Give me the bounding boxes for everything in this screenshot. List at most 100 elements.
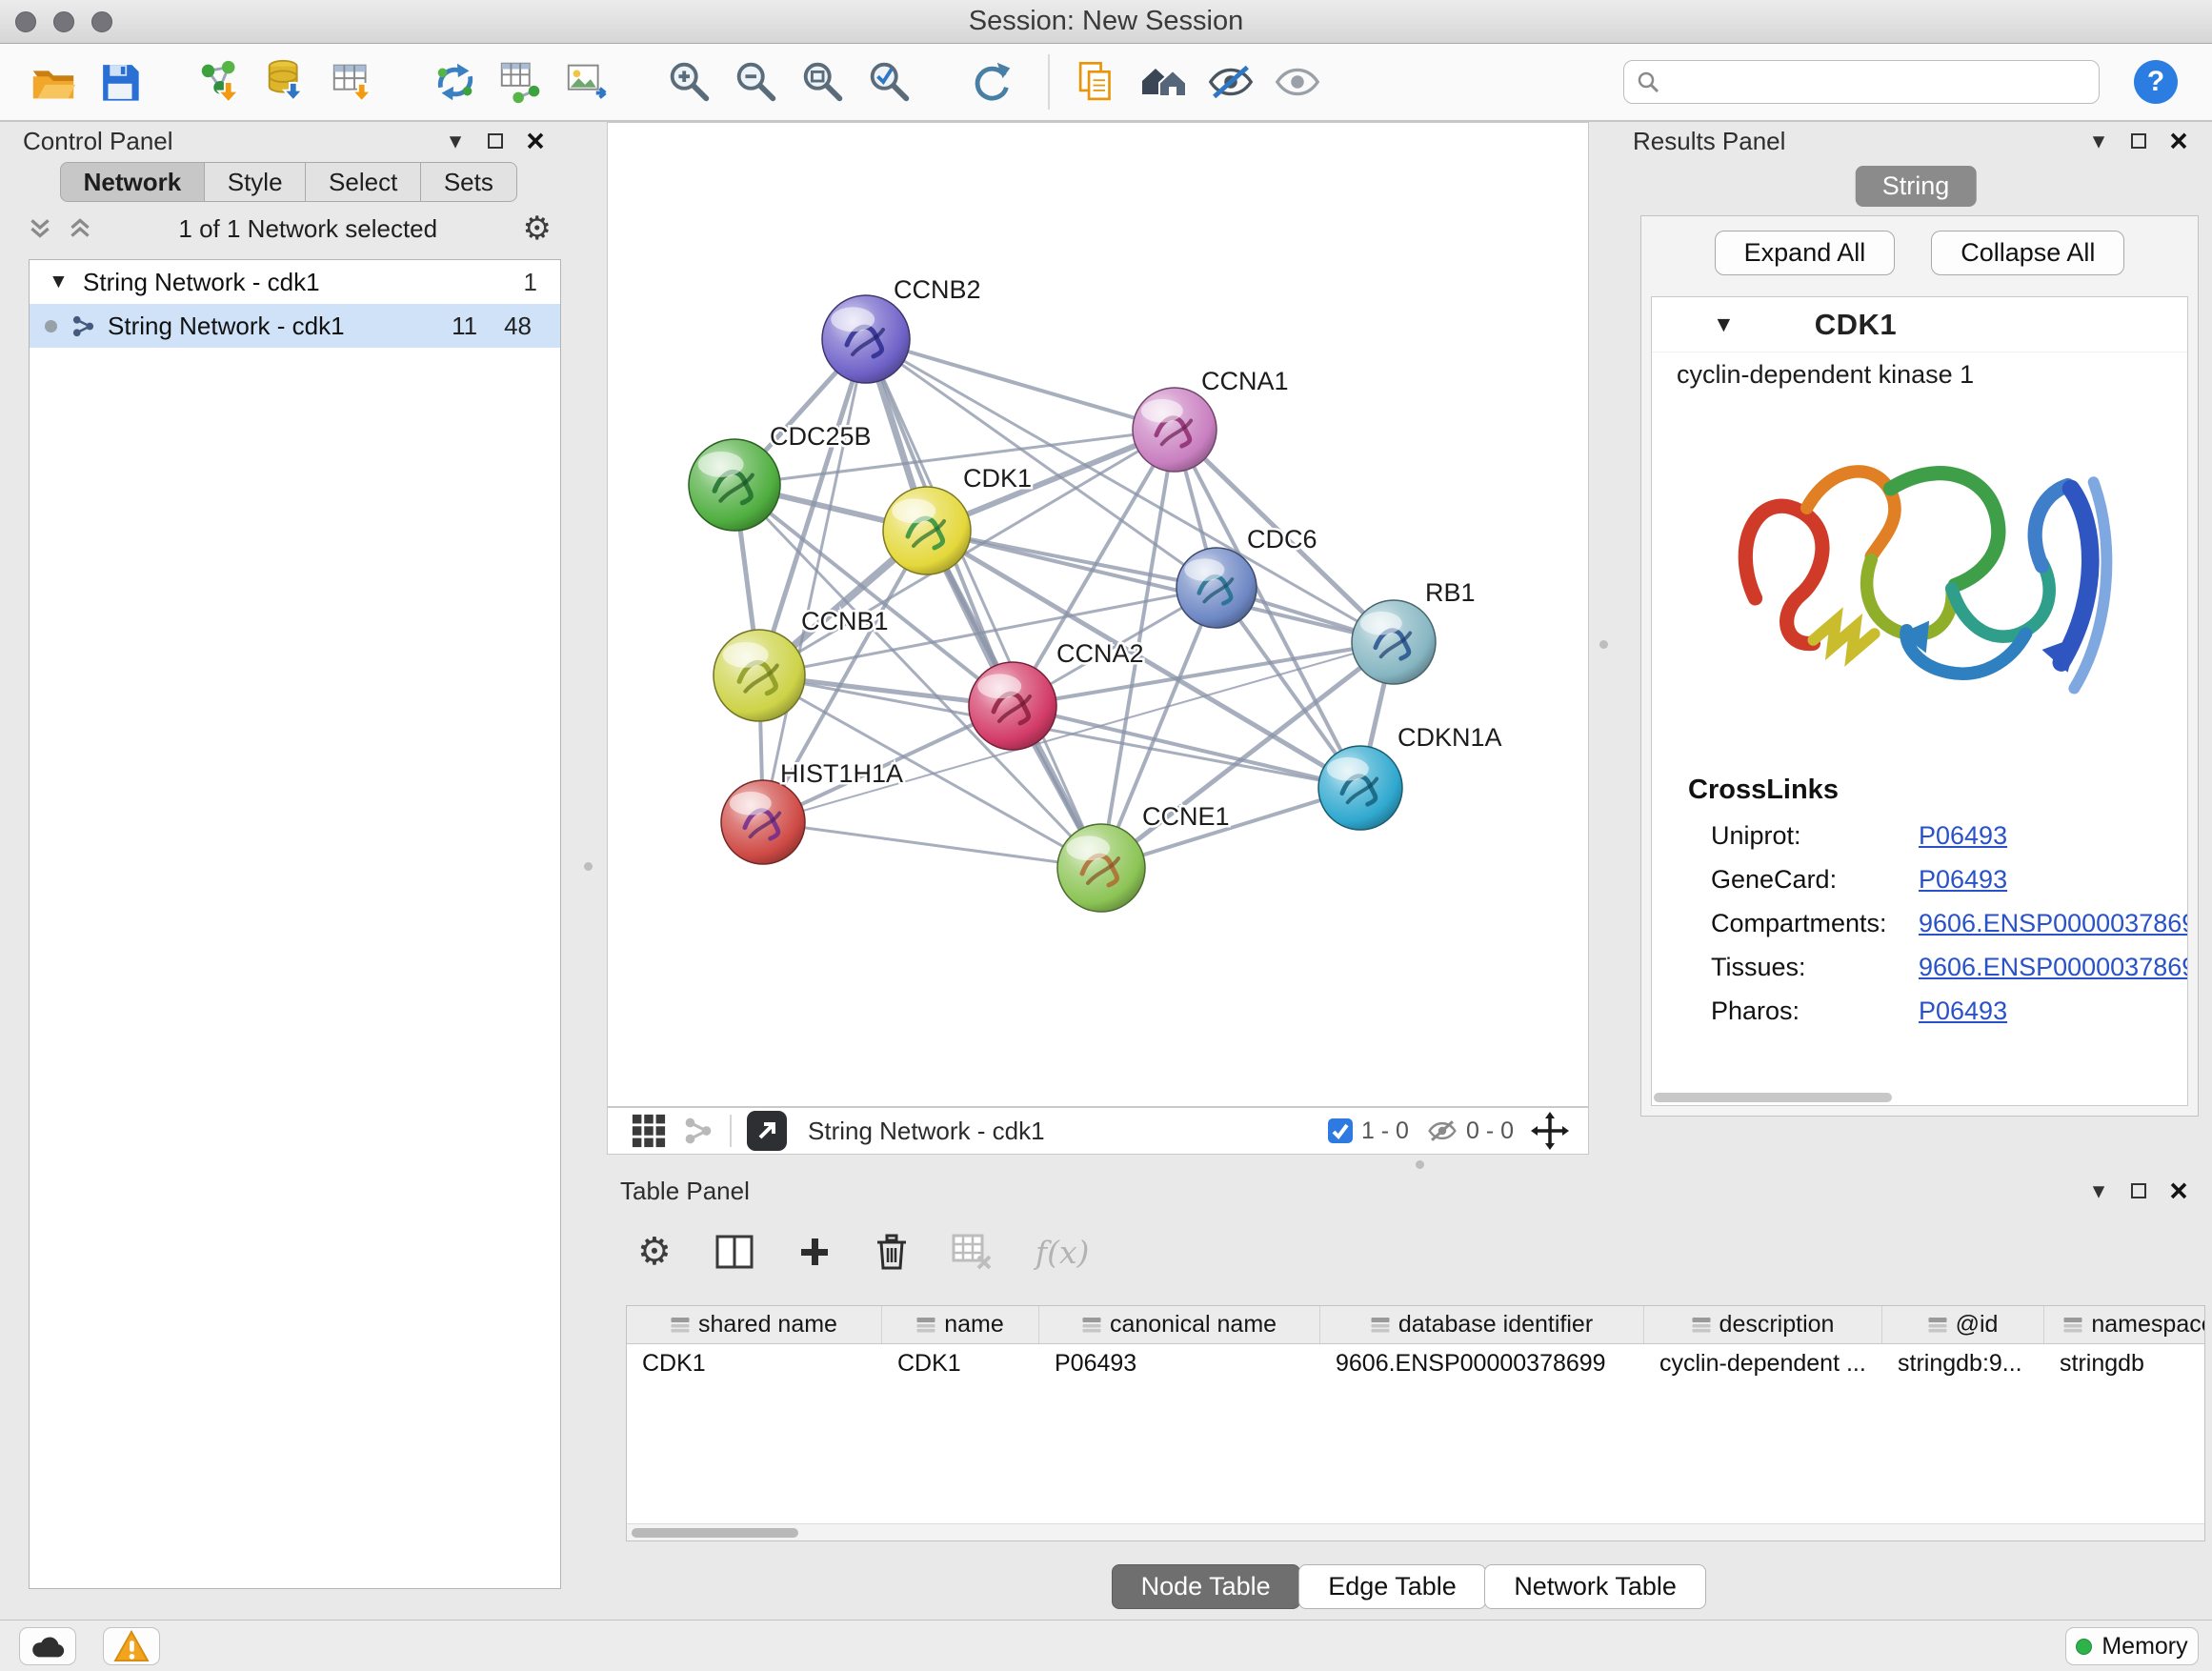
control-panel-collapse-icon[interactable]: ▾ (435, 122, 475, 160)
network-node-CDK1[interactable]: CDK1 (883, 464, 1032, 574)
table-scrollbar-thumb[interactable] (632, 1528, 798, 1538)
network-node-CDKN1A[interactable]: CDKN1A (1318, 723, 1502, 830)
edge-CCNB2-HIST1H1A[interactable] (763, 339, 866, 822)
tab-network-table[interactable]: Network Table (1484, 1564, 1706, 1609)
column-header-name[interactable]: name (882, 1306, 1039, 1343)
column-header-canonical-name[interactable]: canonical name (1039, 1306, 1320, 1343)
hide-selected-button[interactable] (1202, 51, 1259, 112)
network-view[interactable]: CCNB2CCNA1CDC25BCDK1CDC6RB1CCNB1CCNA2CDK… (607, 122, 1589, 1107)
clone-network-button[interactable] (427, 51, 484, 112)
table-panel-float-icon[interactable] (2119, 1172, 2159, 1210)
network-options-gear-icon[interactable]: ⚙ (523, 212, 552, 245)
zoom-selected-button[interactable] (861, 51, 918, 112)
column-header-description[interactable]: description (1644, 1306, 1882, 1343)
tab-select[interactable]: Select (305, 162, 421, 202)
column-header-shared-name[interactable]: shared name (627, 1306, 882, 1343)
protein-section-header[interactable]: ▼ CDK1 (1652, 297, 2187, 352)
table-panel-close-icon[interactable]: × (2159, 1172, 2199, 1210)
memory-button[interactable]: Memory (2065, 1627, 2199, 1665)
table-cell[interactable]: CDK1 (882, 1344, 1039, 1382)
home-button[interactable] (1136, 51, 1193, 112)
copy-button[interactable] (1069, 51, 1126, 112)
crosslink-link[interactable]: 9606.ENSP00000378699 (1919, 901, 2188, 945)
export-image-button[interactable] (560, 51, 617, 112)
table-cell[interactable]: CDK1 (627, 1344, 882, 1382)
control-panel-float-icon[interactable] (475, 122, 515, 160)
table-cell[interactable]: cyclin-dependent ... (1644, 1344, 1882, 1382)
table-cell[interactable]: stringdb (2044, 1344, 2205, 1382)
table-cell[interactable]: stringdb:9... (1882, 1344, 2044, 1382)
results-panel-collapse-icon[interactable]: ▾ (2079, 122, 2119, 160)
network-collection-row[interactable]: ▼ String Network - cdk1 1 (30, 260, 560, 304)
open-in-new-window-button[interactable] (747, 1111, 787, 1151)
network-row[interactable]: String Network - cdk1 11 48 (30, 304, 560, 348)
network-node-RB1[interactable]: RB1 (1352, 578, 1476, 684)
tree-expander-icon[interactable]: ▼ (49, 271, 71, 293)
left-splitter-handle[interactable] (584, 862, 593, 871)
hidden-eye-icon[interactable] (1426, 1115, 1458, 1147)
edge-HIST1H1A-CCNE1[interactable] (763, 822, 1101, 868)
save-session-button[interactable] (91, 51, 149, 112)
network-node-CDC25B[interactable]: CDC25B (689, 422, 872, 531)
table-horizontal-scrollbar[interactable] (627, 1523, 2204, 1540)
network-table-button[interactable] (493, 51, 551, 112)
function-builder-icon[interactable]: f(x) (1036, 1234, 1090, 1271)
table-cell[interactable]: 9606.ENSP00000378699 (1320, 1344, 1644, 1382)
results-panel-close-icon[interactable]: × (2159, 122, 2199, 160)
bottom-splitter-handle[interactable] (1416, 1160, 1424, 1169)
tab-style[interactable]: Style (204, 162, 307, 202)
crosslink-link[interactable]: P06493 (1919, 989, 2007, 1033)
zoom-fit-button[interactable] (794, 51, 852, 112)
tab-string[interactable]: String (1856, 166, 1977, 207)
tab-node-table[interactable]: Node Table (1112, 1564, 1300, 1609)
crosslink-link[interactable]: P06493 (1919, 814, 2007, 857)
table-row[interactable]: CDK1CDK1P064939606.ENSP00000378699cyclin… (627, 1344, 2204, 1382)
open-session-button[interactable] (25, 51, 82, 112)
tab-edge-table[interactable]: Edge Table (1298, 1564, 1486, 1609)
network-node-HIST1H1A[interactable]: HIST1H1A (721, 759, 903, 864)
network-node-CCNB1[interactable]: CCNB1 (714, 607, 889, 721)
results-scrollbar-thumb[interactable] (1654, 1093, 1892, 1102)
delete-table-icon[interactable] (952, 1234, 992, 1270)
zoom-in-button[interactable] (661, 51, 718, 112)
show-columns-icon[interactable] (715, 1235, 754, 1269)
birdseye-view-icon[interactable] (631, 1113, 667, 1149)
right-splitter-handle[interactable] (1599, 640, 1608, 649)
edge-CCNB2-CCNE1[interactable] (866, 339, 1101, 868)
network-canvas[interactable]: CCNB2CCNA1CDC25BCDK1CDC6RB1CCNB1CCNA2CDK… (608, 123, 1588, 1106)
column-header-database-identifier[interactable]: database identifier (1320, 1306, 1644, 1343)
search-input[interactable] (1668, 69, 2087, 96)
network-overview-icon[interactable] (682, 1115, 714, 1147)
expand-all-icon[interactable] (27, 215, 53, 242)
table-panel-collapse-icon[interactable]: ▾ (2079, 1172, 2119, 1210)
selected-checkbox-icon[interactable] (1327, 1117, 1354, 1144)
help-button[interactable]: ? (2134, 60, 2178, 104)
table-cell[interactable]: P06493 (1039, 1344, 1320, 1382)
refresh-view-button[interactable] (962, 51, 1019, 112)
delete-column-icon[interactable] (875, 1234, 908, 1270)
edge-CCNB2-CCNA1[interactable] (866, 339, 1175, 430)
crosslink-link[interactable]: P06493 (1919, 857, 2007, 901)
collapse-all-icon[interactable] (67, 215, 93, 242)
tab-sets[interactable]: Sets (420, 162, 517, 202)
column-header--id[interactable]: @id (1882, 1306, 2044, 1343)
search-box[interactable] (1623, 60, 2100, 104)
add-column-icon[interactable] (797, 1235, 832, 1269)
tab-network[interactable]: Network (60, 162, 206, 202)
control-panel-close-icon[interactable]: × (515, 122, 555, 160)
import-network-file-button[interactable] (192, 51, 250, 112)
warnings-button[interactable] (103, 1627, 160, 1665)
collapse-all-button[interactable]: Collapse All (1931, 231, 2124, 275)
import-table-button[interactable] (326, 51, 383, 112)
network-node-CCNA2[interactable]: CCNA2 (969, 639, 1144, 750)
results-panel-float-icon[interactable] (2119, 122, 2159, 160)
expand-all-button[interactable]: Expand All (1715, 231, 1896, 275)
cloud-button[interactable] (19, 1627, 76, 1665)
section-expander-icon[interactable]: ▼ (1713, 312, 1735, 337)
import-network-database-button[interactable] (259, 51, 316, 112)
network-node-CCNA1[interactable]: CCNA1 (1133, 367, 1289, 472)
column-header-namespace[interactable]: namespace (2044, 1306, 2205, 1343)
crosslink-link[interactable]: 9606.ENSP00000378699 (1919, 945, 2188, 989)
table-options-gear-icon[interactable]: ⚙ (637, 1233, 672, 1271)
show-all-button[interactable] (1269, 51, 1326, 112)
